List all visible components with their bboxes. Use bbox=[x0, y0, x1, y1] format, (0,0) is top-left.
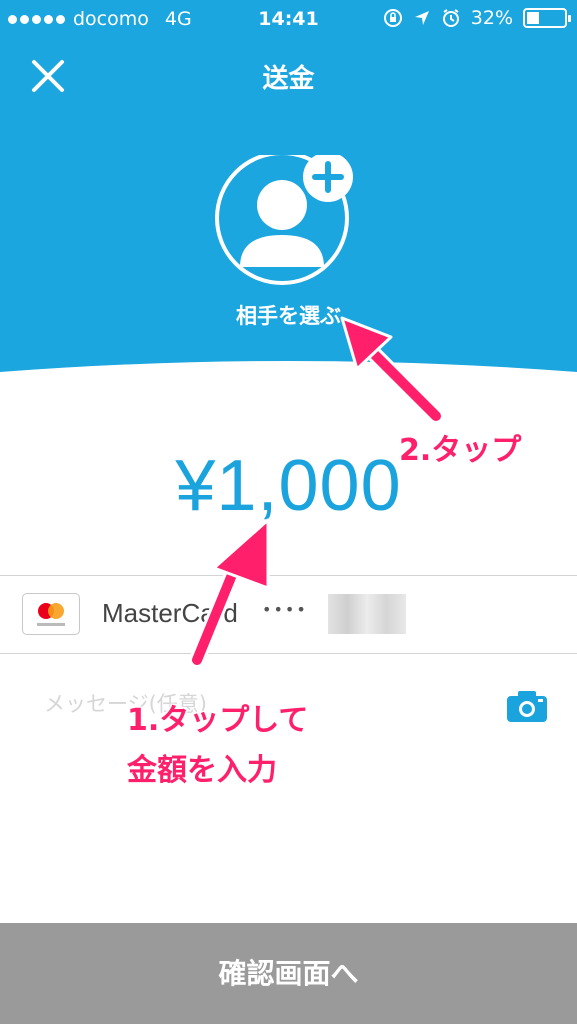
location-icon bbox=[414, 11, 429, 25]
status-bar: docomo 4G 14:41 32% bbox=[0, 0, 577, 40]
annotation-step2: 2.タップ bbox=[399, 433, 522, 468]
mastercard-icon bbox=[22, 593, 80, 635]
alarm-icon bbox=[442, 9, 459, 27]
battery-fill bbox=[527, 12, 539, 24]
redacted-card-number bbox=[328, 594, 406, 634]
annotation-step1-line2: 金額を入力 bbox=[127, 753, 277, 788]
camera-button[interactable] bbox=[505, 688, 549, 724]
orientation-lock-icon bbox=[383, 9, 402, 27]
battery-percentage: 32% bbox=[470, 7, 513, 29]
card-masked-number: •••• bbox=[262, 600, 308, 619]
annotation-step1-line1: 1.タップして bbox=[127, 703, 309, 738]
add-user-icon bbox=[215, 151, 353, 285]
camera-icon bbox=[507, 691, 547, 722]
battery-icon bbox=[523, 8, 571, 28]
choose-recipient-label[interactable]: 相手を選ぶ bbox=[0, 300, 577, 330]
card-brand: MasterCard bbox=[102, 598, 238, 628]
status-right: 32% bbox=[383, 7, 571, 29]
confirm-screen-button[interactable]: 確認画面へ bbox=[0, 923, 577, 1024]
choose-recipient-button[interactable] bbox=[215, 151, 361, 285]
payment-card-row[interactable]: MasterCard •••• bbox=[0, 575, 577, 654]
page-title: 送金 bbox=[262, 64, 315, 94]
